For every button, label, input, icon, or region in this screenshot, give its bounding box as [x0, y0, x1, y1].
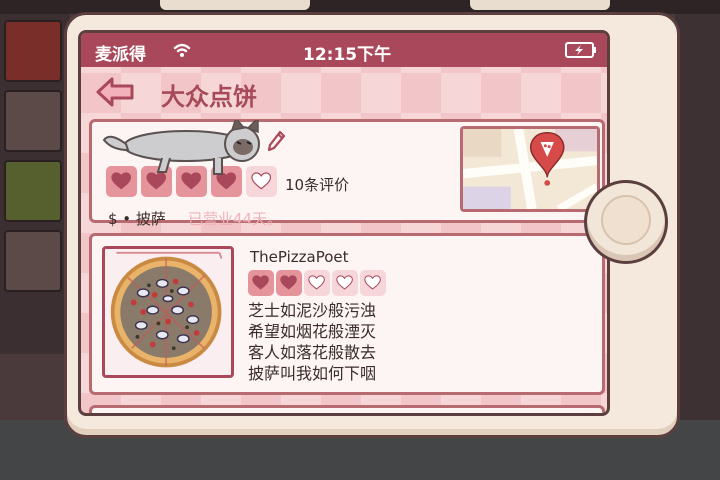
review-rating	[248, 270, 386, 296]
background-right-panel	[675, 14, 720, 420]
status-bar: 麦派得 12:15下午	[81, 33, 607, 67]
page-title: 大众点饼	[161, 83, 257, 111]
heart-filled-icon	[276, 270, 302, 296]
nav-bar: 大众点饼	[81, 67, 607, 117]
background-tab	[470, 0, 610, 10]
heart-filled-icon	[141, 166, 172, 197]
wifi-icon	[173, 43, 191, 57]
price-category: $ • 披萨	[108, 210, 166, 228]
status-clock: 12:15下午	[303, 45, 392, 65]
shop-rating	[106, 166, 277, 197]
heart-empty-icon	[332, 270, 358, 296]
next-review-card[interactable]	[89, 405, 605, 413]
back-button[interactable]	[95, 75, 135, 109]
background-shelf	[4, 20, 62, 82]
review-line: 希望如烟花般湮灭	[248, 322, 377, 341]
background-tab	[160, 0, 310, 10]
home-button-inner	[601, 195, 651, 245]
review-text: 芝士如泥沙般污浊 希望如烟花般湮灭 客人如落花般散去 披萨叫我如何下咽	[248, 300, 376, 384]
heart-empty-icon	[246, 166, 277, 197]
shop-info-card[interactable]: 10条评价 $ • 披萨 已营业44天。	[89, 119, 605, 228]
background-shelf-panel	[0, 14, 70, 354]
heart-filled-icon	[211, 166, 242, 197]
reviewer-name[interactable]: ThePizzaPoet	[250, 248, 349, 266]
review-line: 披萨叫我如何下咽	[248, 364, 377, 383]
review-line: 客人如落花般散去	[248, 343, 377, 362]
open-days: 已营业44天。	[188, 210, 283, 228]
background-shelf	[4, 90, 62, 152]
heart-filled-icon	[106, 166, 137, 197]
review-card[interactable]: ThePizzaPoet 芝士如泥沙般污浊 希望如烟花般湮灭 客人如落花般散去 …	[89, 233, 605, 395]
heart-empty-icon	[360, 270, 386, 296]
home-button[interactable]	[584, 180, 668, 264]
review-count[interactable]: 10条评价	[285, 174, 349, 195]
carrier-name: 麦派得	[95, 45, 146, 65]
heart-empty-icon	[304, 270, 330, 296]
pizza-photo	[102, 246, 234, 378]
phone-screen: 麦派得 12:15下午 大众点饼 10条评价 $ • 披萨 已营业44天。 Th…	[78, 30, 610, 416]
review-line: 芝士如泥沙般污浊	[248, 301, 377, 320]
heart-filled-icon	[176, 166, 207, 197]
map-thumbnail[interactable]	[460, 126, 600, 212]
pencil-icon[interactable]	[268, 130, 286, 152]
background-shelf	[4, 160, 62, 222]
battery-charging-icon	[565, 42, 596, 58]
heart-filled-icon	[248, 270, 274, 296]
background-shelf	[4, 230, 62, 292]
